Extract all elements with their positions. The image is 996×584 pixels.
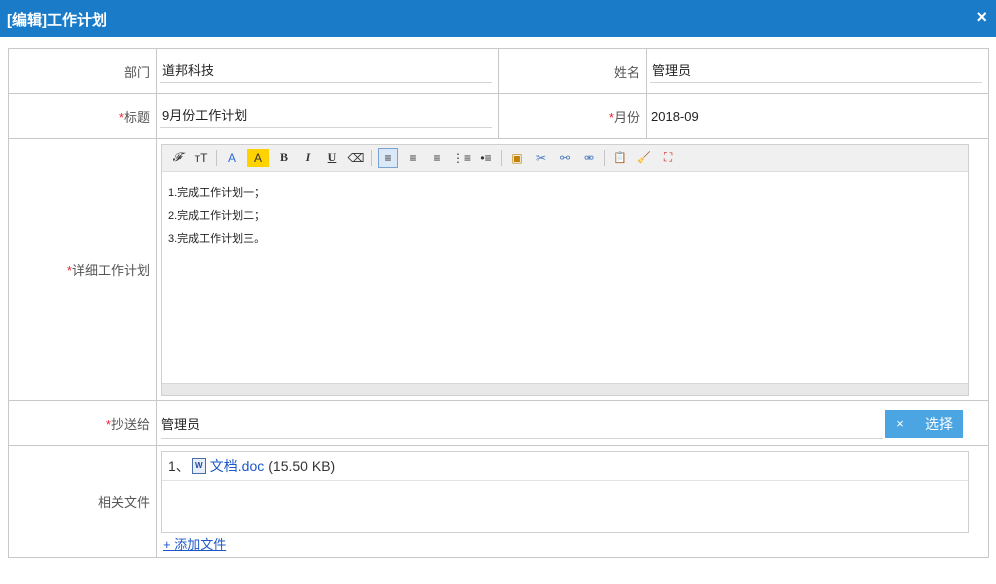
paste-icon[interactable]: 📋: [611, 149, 629, 167]
form-row-cc: *抄送给 管理员 × 选择: [8, 400, 989, 446]
files-area: 1、 W 文档.doc (15.50 KB) + 添加文件: [157, 446, 988, 557]
content-line: 2.完成工作计划二；: [168, 209, 266, 222]
subject-field[interactable]: 9月份工作计划: [160, 104, 492, 128]
dialog-title: [编辑]工作计划: [7, 12, 107, 29]
rich-text-editor[interactable]: 𝓕 тT A A B I U ⌫ ≡ ≡ ≡ ⋮≡ •≡ ▣ ✂ ⚯ ⚮ 📋 🧹…: [161, 143, 969, 396]
plan-form: 部门 道邦科技 姓名 管理员 *标题 9月份工作计划 *月份 2018-09 *…: [8, 48, 989, 558]
file-size: (15.50 KB): [268, 458, 336, 474]
clear-icon[interactable]: ×: [885, 416, 915, 431]
cc-field[interactable]: 管理员: [161, 411, 883, 439]
file-index: 1、: [168, 458, 190, 474]
month-label: 月份: [613, 109, 640, 125]
content-line: 3.完成工作计划三。: [168, 232, 266, 245]
dialog-titlebar: [编辑]工作计划 ×: [0, 0, 996, 37]
background-color-icon[interactable]: A: [247, 148, 269, 167]
unordered-list-icon[interactable]: •≡: [477, 149, 495, 167]
font-color-icon[interactable]: A: [223, 149, 241, 167]
fullscreen-icon[interactable]: ⛶: [659, 149, 677, 167]
toolbar-divider: [216, 149, 217, 166]
unlink-icon[interactable]: ⚮: [580, 149, 598, 167]
toolbar-divider: [501, 149, 503, 166]
clean-icon[interactable]: 🧹: [635, 149, 653, 167]
select-recipient-button[interactable]: × 选择: [885, 409, 963, 438]
link-icon[interactable]: ⚯: [556, 149, 574, 167]
cc-field-group: 管理员 × 选择: [157, 402, 988, 445]
editor-toolbar: 𝓕 тT A A B I U ⌫ ≡ ≡ ≡ ⋮≡ •≡ ▣ ✂ ⚯ ⚮ 📋 🧹…: [162, 144, 968, 172]
department-label: 部门: [8, 48, 157, 94]
underline-icon[interactable]: U: [323, 149, 341, 167]
file-link[interactable]: 文档.doc: [210, 456, 264, 476]
file-item: 1、 W 文档.doc (15.50 KB): [162, 452, 968, 481]
file-list: 1、 W 文档.doc (15.50 KB): [161, 451, 969, 533]
close-icon[interactable]: ×: [976, 7, 987, 28]
form-row-title: *标题 9月份工作计划 *月份 2018-09: [8, 93, 989, 139]
month-field[interactable]: 2018-09: [647, 109, 699, 124]
form-row-files: 相关文件 1、 W 文档.doc (15.50 KB) + 添加文件: [8, 445, 989, 558]
align-left-icon[interactable]: ≡: [378, 147, 398, 168]
eraser-icon[interactable]: ⌫: [347, 149, 365, 167]
form-row-detail: *详细工作计划 𝓕 тT A A B I U ⌫ ≡ ≡ ≡ ⋮≡ •≡ ▣ ✂…: [8, 138, 989, 401]
cc-label: 抄送给: [110, 416, 150, 432]
name-label: 姓名: [498, 48, 647, 94]
cut-icon[interactable]: ✂: [532, 149, 550, 167]
form-row-dept: 部门 道邦科技 姓名 管理员: [8, 48, 989, 94]
italic-icon[interactable]: I: [299, 149, 317, 167]
add-file-link[interactable]: + 添加文件: [163, 534, 226, 553]
ordered-list-icon[interactable]: ⋮≡: [452, 149, 471, 167]
font-family-icon[interactable]: 𝓕: [168, 149, 186, 167]
align-center-icon[interactable]: ≡: [404, 149, 422, 167]
detail-label: 详细工作计划: [71, 263, 150, 278]
font-size-icon[interactable]: тT: [192, 149, 210, 167]
files-label: 相关文件: [8, 445, 157, 558]
subject-label: 标题: [123, 109, 150, 125]
editor-scrollbar[interactable]: [162, 382, 968, 395]
word-doc-icon: W: [191, 458, 206, 474]
editor-content[interactable]: 1.完成工作计划一； 2.完成工作计划二； 3.完成工作计划三。: [162, 172, 968, 261]
content-line: 1.完成工作计划一；: [168, 186, 266, 199]
align-right-icon[interactable]: ≡: [428, 149, 446, 167]
image-icon[interactable]: ▣: [508, 149, 526, 167]
select-button-label: 选择: [925, 415, 953, 432]
bold-icon[interactable]: B: [275, 149, 293, 167]
toolbar-divider: [604, 149, 606, 166]
toolbar-divider: [371, 149, 372, 166]
name-field[interactable]: 管理员: [650, 59, 982, 83]
department-field[interactable]: 道邦科技: [160, 59, 492, 83]
